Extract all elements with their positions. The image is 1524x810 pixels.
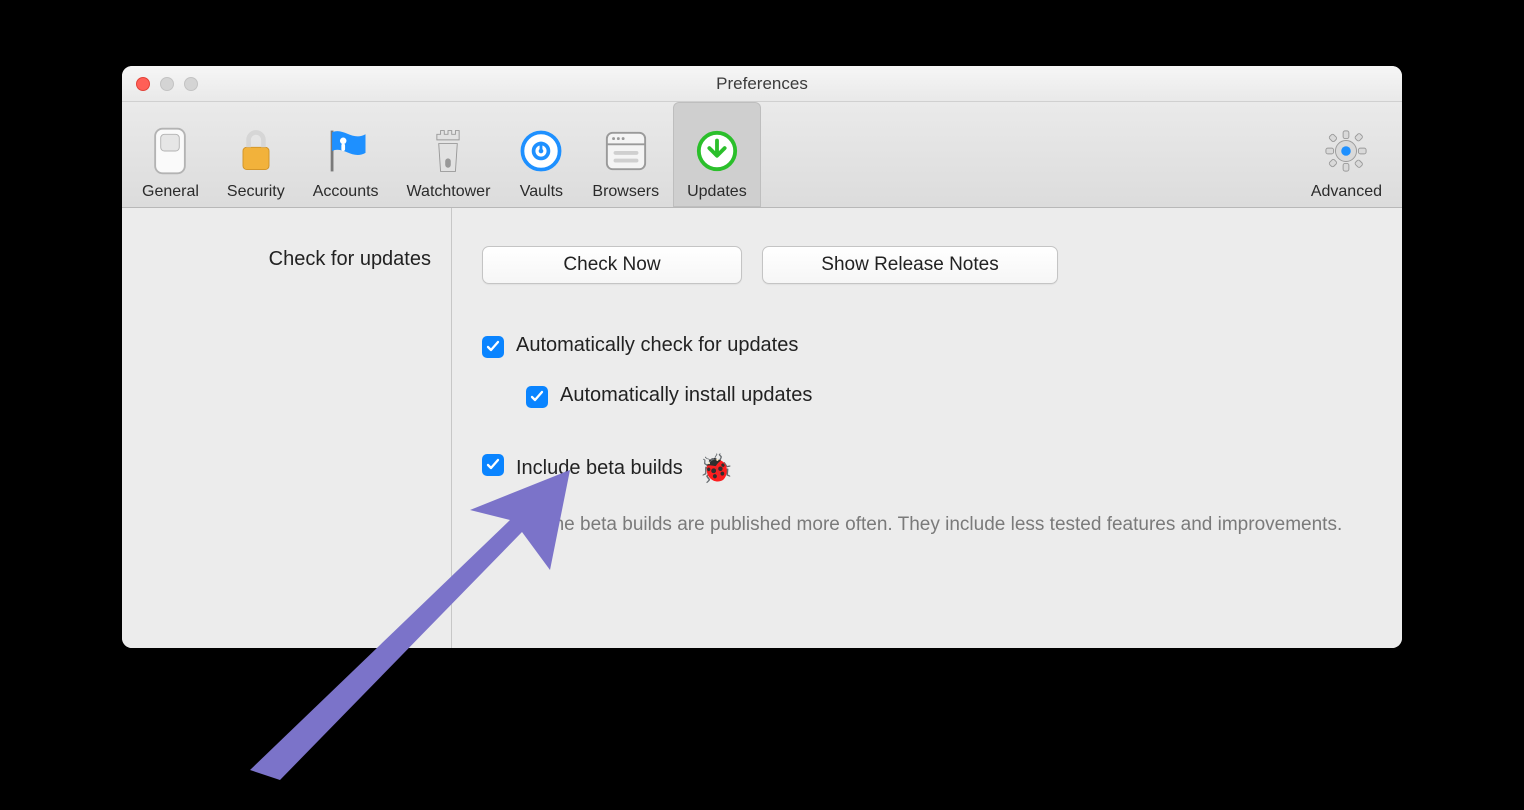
button-row: Check Now Show Release Notes bbox=[482, 246, 1372, 284]
gear-icon bbox=[1323, 125, 1369, 177]
content-area: Check for updates Check Now Show Release… bbox=[122, 208, 1402, 648]
section-label: Check for updates bbox=[142, 248, 431, 271]
lock-icon bbox=[233, 125, 279, 177]
tower-icon bbox=[425, 125, 471, 177]
vault-icon bbox=[518, 125, 564, 177]
tab-label: Accounts bbox=[313, 183, 379, 201]
tab-label: Security bbox=[227, 183, 285, 201]
auto-check-label: Automatically check for updates bbox=[516, 334, 798, 357]
check-now-button[interactable]: Check Now bbox=[482, 246, 742, 284]
tab-security[interactable]: Security bbox=[213, 102, 299, 207]
tab-label: Browsers bbox=[592, 183, 659, 201]
preferences-toolbar: General Security Accounts bbox=[122, 102, 1402, 208]
traffic-lights bbox=[122, 77, 198, 91]
flag-icon bbox=[323, 125, 369, 177]
switch-icon bbox=[147, 125, 193, 177]
tab-general[interactable]: General bbox=[128, 102, 213, 207]
auto-install-checkbox[interactable] bbox=[526, 386, 548, 408]
tab-browsers[interactable]: Browsers bbox=[578, 102, 673, 207]
window-title: Preferences bbox=[122, 74, 1402, 94]
include-beta-label: Include beta builds bbox=[516, 457, 683, 480]
auto-check-row: Automatically check for updates bbox=[482, 334, 1372, 358]
minimize-button[interactable] bbox=[160, 77, 174, 91]
beta-hint-text: The beta builds are published more often… bbox=[542, 511, 1362, 539]
browser-icon bbox=[603, 125, 649, 177]
include-beta-row: Include beta builds 🐞 bbox=[482, 452, 1372, 485]
tab-label: General bbox=[142, 183, 199, 201]
zoom-button[interactable] bbox=[184, 77, 198, 91]
close-button[interactable] bbox=[136, 77, 150, 91]
tab-vaults[interactable]: Vaults bbox=[504, 102, 578, 207]
settings-column: Check Now Show Release Notes Automatical… bbox=[452, 208, 1402, 648]
titlebar: Preferences bbox=[122, 66, 1402, 102]
ladybug-icon: 🐞 bbox=[699, 452, 734, 485]
section-label-column: Check for updates bbox=[122, 208, 452, 648]
tab-watchtower[interactable]: Watchtower bbox=[393, 102, 505, 207]
tab-advanced[interactable]: Advanced bbox=[1297, 102, 1396, 207]
tab-label: Advanced bbox=[1311, 183, 1382, 201]
auto-check-checkbox[interactable] bbox=[482, 336, 504, 358]
toolbar-spacer bbox=[761, 102, 1297, 207]
tab-accounts[interactable]: Accounts bbox=[299, 102, 393, 207]
include-beta-checkbox[interactable] bbox=[482, 454, 504, 476]
download-icon bbox=[694, 125, 740, 177]
auto-install-row: Automatically install updates bbox=[526, 384, 1372, 408]
tab-label: Vaults bbox=[520, 183, 563, 201]
preferences-window: Preferences General Security bbox=[122, 66, 1402, 648]
auto-install-label: Automatically install updates bbox=[560, 384, 812, 407]
tab-label: Updates bbox=[687, 183, 747, 201]
show-release-notes-button[interactable]: Show Release Notes bbox=[762, 246, 1058, 284]
tab-updates[interactable]: Updates bbox=[673, 102, 761, 207]
tab-label: Watchtower bbox=[407, 183, 491, 201]
